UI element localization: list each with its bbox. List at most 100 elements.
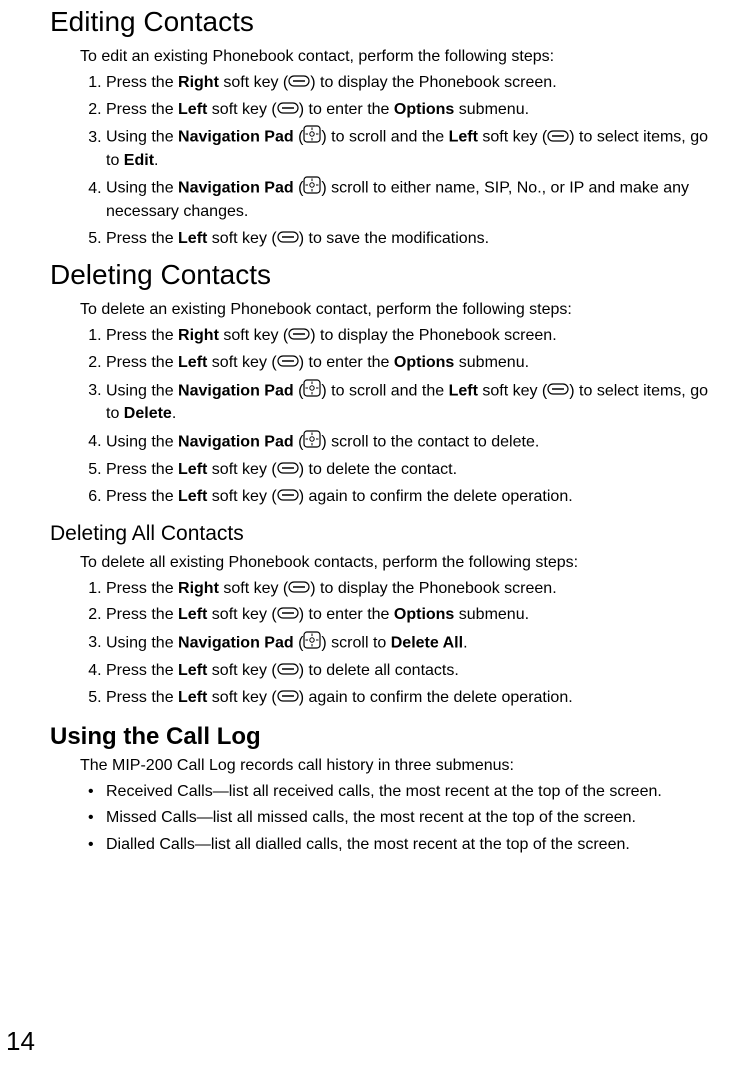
soft-key-icon	[277, 352, 299, 374]
soft-key-icon	[277, 660, 299, 682]
text: soft key (	[478, 129, 547, 146]
text: Press the	[106, 461, 178, 478]
bold-left: Left	[178, 101, 207, 118]
heading-deleting-all-contacts: Deleting All Contacts	[50, 522, 722, 546]
bold-left: Left	[449, 382, 478, 399]
text: Using the	[106, 433, 178, 450]
navigation-pad-icon	[303, 176, 321, 201]
soft-key-icon	[277, 486, 299, 508]
bold-delete-all: Delete All	[391, 634, 463, 651]
text: submenu.	[454, 606, 529, 623]
text: soft key (	[207, 488, 276, 505]
list-item: Received Calls—list all received calls, …	[106, 781, 722, 803]
text: ) to enter the	[299, 354, 394, 371]
text: Using the	[106, 129, 178, 146]
bold-left: Left	[178, 689, 207, 706]
soft-key-icon	[277, 228, 299, 250]
bold-navpad: Navigation Pad	[178, 129, 294, 146]
text: soft key (	[207, 689, 276, 706]
text: ) to delete the contact.	[299, 461, 457, 478]
navigation-pad-icon	[303, 631, 321, 656]
text: (	[294, 634, 304, 651]
soft-key-icon	[277, 687, 299, 709]
navigation-pad-icon	[303, 379, 321, 404]
bold-left: Left	[178, 461, 207, 478]
text: (	[294, 180, 304, 197]
bold-left: Left	[178, 230, 207, 247]
text: submenu.	[454, 354, 529, 371]
list-item: Press the Left soft key ( ) to save the m…	[106, 228, 722, 250]
bold-left: Left	[178, 354, 207, 371]
text: Press the	[106, 327, 178, 344]
list-item: Press the Left soft key ( ) again to conf…	[106, 486, 722, 508]
text: soft key (	[219, 74, 288, 91]
text: Press the	[106, 74, 178, 91]
text: soft key (	[219, 327, 288, 344]
soft-key-icon	[277, 604, 299, 626]
bold-edit: Edit	[124, 152, 154, 169]
text: Using the	[106, 634, 178, 651]
call-log-bullets: Received Calls—list all received calls, …	[80, 781, 722, 856]
bold-navpad: Navigation Pad	[178, 433, 294, 450]
text: ) to delete all contacts.	[299, 662, 459, 679]
text: soft key (	[207, 662, 276, 679]
text: Press the	[106, 662, 178, 679]
text: Using the	[106, 382, 178, 399]
list-item: Using the Navigation Pad () to scroll an…	[106, 125, 722, 171]
text: soft key (	[207, 230, 276, 247]
text: ) to enter the	[299, 101, 394, 118]
bold-navpad: Navigation Pad	[178, 180, 294, 197]
text: ) scroll to	[321, 634, 390, 651]
soft-key-icon	[288, 72, 310, 94]
heading-editing-contacts: Editing Contacts	[50, 6, 722, 38]
text: ) to scroll and the	[321, 129, 448, 146]
text: (	[294, 433, 304, 450]
bold-left: Left	[178, 662, 207, 679]
list-item: Press the Left soft key ( ) again to conf…	[106, 687, 722, 709]
heading-deleting-contacts: Deleting Contacts	[50, 259, 722, 291]
text: soft key (	[207, 354, 276, 371]
text: Press the	[106, 488, 178, 505]
text: ) again to confirm the delete operation.	[299, 488, 573, 505]
heading-using-call-log: Using the Call Log	[50, 723, 722, 751]
navigation-pad-icon	[303, 430, 321, 455]
bold-navpad: Navigation Pad	[178, 382, 294, 399]
text: ) to scroll and the	[321, 382, 448, 399]
list-item: Press the Left soft key () to enter the …	[106, 604, 722, 626]
list-item: Press the Right soft key () to display t…	[106, 578, 722, 600]
bold-right: Right	[178, 327, 219, 344]
list-item: Missed Calls—list all missed calls, the …	[106, 807, 722, 829]
text: .	[463, 634, 467, 651]
bold-navpad: Navigation Pad	[178, 634, 294, 651]
soft-key-icon	[288, 578, 310, 600]
list-item: Press the Left soft key () to enter the …	[106, 352, 722, 374]
text: ) to save the modifications.	[299, 230, 489, 247]
text: submenu.	[454, 101, 529, 118]
text: ) to enter the	[299, 606, 394, 623]
text: ) to display the Phonebook screen.	[310, 74, 556, 91]
text: ) to display the Phonebook screen.	[310, 580, 556, 597]
list-item: Using the Navigation Pad () to scroll an…	[106, 379, 722, 425]
intro-deleting-all: To delete all existing Phonebook contact…	[80, 554, 722, 572]
bold-left: Left	[178, 488, 207, 505]
bold-left: Left	[178, 606, 207, 623]
steps-deleting-all: Press the Right soft key () to display t…	[80, 578, 722, 709]
intro-editing: To edit an existing Phonebook contact, p…	[80, 48, 722, 66]
text: Press the	[106, 689, 178, 706]
soft-key-icon	[277, 459, 299, 481]
bold-options: Options	[394, 606, 454, 623]
list-item: Using the Navigation Pad () scroll to ei…	[106, 176, 722, 222]
soft-key-icon	[288, 325, 310, 347]
intro-call-log: The MIP-200 Call Log records call histor…	[80, 757, 722, 775]
text: soft key (	[207, 606, 276, 623]
text: soft key (	[207, 101, 276, 118]
bold-delete: Delete	[124, 405, 172, 422]
text: .	[154, 152, 158, 169]
bold-options: Options	[394, 101, 454, 118]
text: Press the	[106, 230, 178, 247]
text: ) again to confirm the delete operation.	[299, 689, 573, 706]
document-page: Editing Contacts To edit an existing Pho…	[0, 6, 742, 885]
text: Using the	[106, 180, 178, 197]
text: soft key (	[219, 580, 288, 597]
steps-deleting: Press the Right soft key () to display t…	[80, 325, 722, 507]
